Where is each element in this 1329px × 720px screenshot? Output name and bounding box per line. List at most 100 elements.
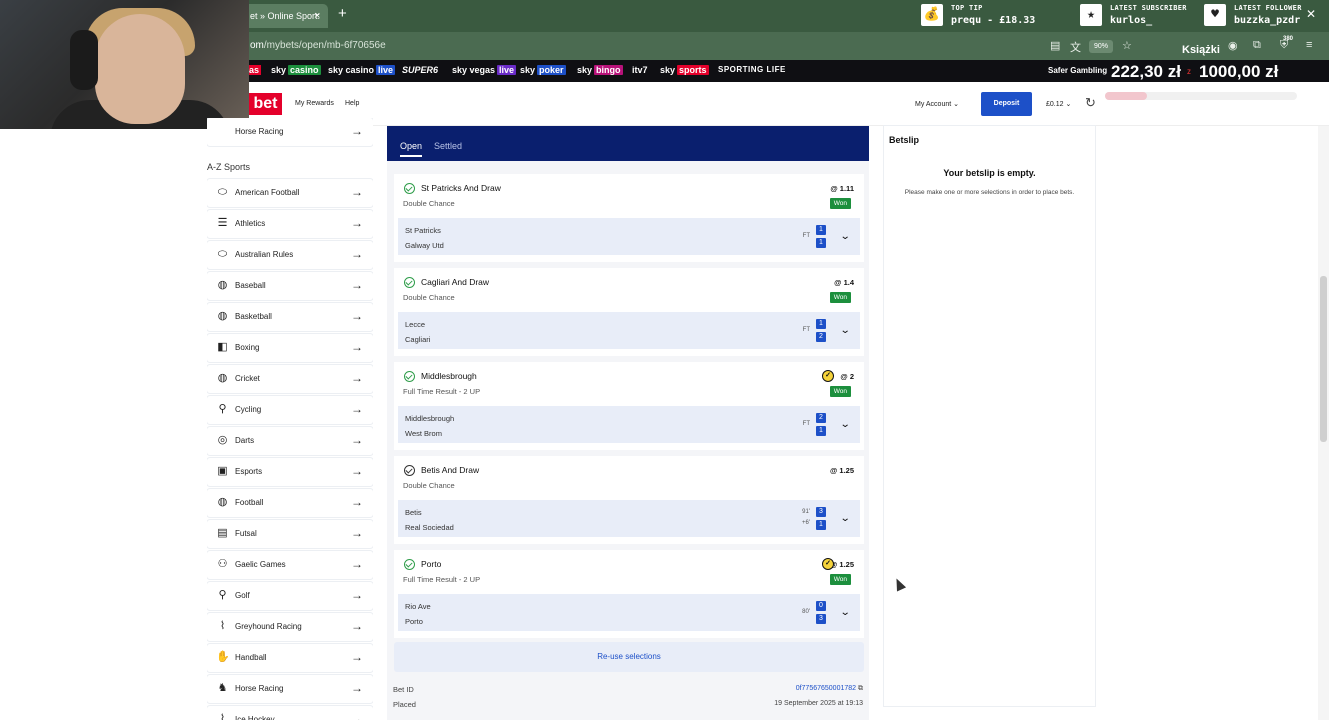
chevron-down-icon[interactable]: ⌄: [839, 325, 850, 336]
copy-icon[interactable]: ⧉: [858, 685, 863, 692]
sidebar-item[interactable]: ◍ Basketball →: [207, 303, 373, 331]
sidebar-item[interactable]: ◧ Boxing →: [207, 334, 373, 362]
brand-link[interactable]: SPORTING LIFE: [718, 65, 786, 74]
sidebar-item-label: Australian Rules: [235, 250, 294, 259]
arrow-right-icon: →: [351, 278, 363, 292]
sidebar-item-label: Cycling: [235, 405, 262, 414]
url-text[interactable]: om/mybets/open/mb-6f70656e: [250, 40, 386, 51]
tab-open[interactable]: Open: [400, 141, 423, 157]
arrow-right-icon: →: [351, 247, 363, 261]
sidebar-item[interactable]: ⚇ Gaelic Games →: [207, 551, 373, 579]
zoom-level[interactable]: 90%: [1089, 40, 1113, 53]
sidebar-item[interactable]: ◎ Darts →: [207, 427, 373, 455]
sidebar-item[interactable]: ⚲ Golf →: [207, 582, 373, 610]
sidebar-item[interactable]: ⬭ Australian Rules →: [207, 241, 373, 269]
won-badge: Won: [829, 292, 851, 303]
overlay-balance-target: 1000,00 zł: [1199, 62, 1279, 81]
money-bag-icon: 💰: [921, 4, 943, 26]
leg-odds: @ 1.4: [834, 278, 854, 287]
alert-title: LATEST FOLLOWER: [1234, 4, 1302, 12]
chevron-down-icon[interactable]: ⌄: [839, 419, 850, 430]
sidebar-item-horse-racing-top[interactable]: Horse Racing →: [207, 118, 373, 146]
leg-match-row[interactable]: Rio Ave Porto 80' 0 3 ⌄: [398, 594, 860, 631]
extension-badge: 380: [1283, 36, 1294, 42]
brand-link[interactable]: sky vegas live: [452, 65, 517, 75]
sidebar-item[interactable]: ▤ Futsal →: [207, 520, 373, 548]
brand-link[interactable]: SUPER6: [402, 65, 438, 75]
arrow-right-icon: →: [351, 588, 363, 602]
bookmark-star-icon[interactable]: ☆: [1122, 39, 1132, 52]
sidebar-item-label: Cricket: [235, 374, 260, 383]
betslip-empty-heading: Your betslip is empty.: [943, 168, 1036, 178]
brand-link[interactable]: sky poker: [520, 65, 566, 75]
leg-match-row[interactable]: Betis Real Sociedad 91' +6' 3 1 ⌄: [398, 500, 860, 537]
menu-icon[interactable]: ≡: [1306, 39, 1312, 51]
refresh-balance-icon[interactable]: ↻: [1085, 95, 1096, 111]
chevron-down-icon[interactable]: ⌄: [839, 231, 850, 242]
brand-link[interactable]: itv7: [632, 65, 648, 75]
leg-match-row[interactable]: Lecce Cagliari FT 1 2 ⌄: [398, 312, 860, 349]
sidebar-item[interactable]: ⬭ American Football →: [207, 179, 373, 207]
away-team: Real Sociedad: [405, 523, 454, 532]
reuse-selections-button[interactable]: Re-use selections: [394, 642, 864, 672]
ice-hockey-icon: ⌇: [219, 713, 226, 720]
sidebar-item[interactable]: ♞ Horse Racing →: [207, 675, 373, 703]
tab-settled[interactable]: Settled: [434, 141, 462, 151]
sidebar-item[interactable]: ◍ Baseball →: [207, 272, 373, 300]
chevron-down-icon[interactable]: ⌄: [839, 607, 850, 618]
brand-link[interactable]: sky bingo: [577, 65, 623, 75]
arrow-right-icon: →: [351, 340, 363, 354]
placed-value: 19 September 2025 at 19:13: [774, 700, 863, 707]
golf-icon: ⚲: [218, 589, 227, 601]
won-badge: Won: [829, 574, 851, 585]
arrow-right-icon: →: [351, 557, 363, 571]
brand-link[interactable]: sky casino: [271, 65, 321, 75]
my-rewards-link[interactable]: My Rewards: [295, 100, 334, 107]
sports-sidebar: Horse Racing → A-Z Sports ⬭ American Foot…: [207, 118, 373, 720]
leg-match-row[interactable]: St Patricks Galway Utd FT 1 1 ⌄: [398, 218, 860, 255]
balance-dropdown[interactable]: £0.12 ⌄: [1046, 100, 1071, 108]
leg-odds: @ 2: [840, 372, 854, 381]
my-account-dropdown[interactable]: My Account ⌄: [915, 100, 959, 108]
translate-icon[interactable]: 文: [1070, 39, 1081, 55]
deposit-button[interactable]: Deposit: [981, 92, 1032, 116]
away-score: 1: [816, 520, 826, 530]
sidebar-item[interactable]: ◍ Football →: [207, 489, 373, 517]
sidebar-item[interactable]: ⌇ Greyhound Racing →: [207, 613, 373, 641]
bet-id-label: Bet ID: [393, 685, 414, 694]
reader-icon[interactable]: ▤: [1050, 39, 1060, 52]
home-score: 0: [816, 601, 826, 611]
sidebar-item[interactable]: ▣ Esports →: [207, 458, 373, 486]
chevron-down-icon[interactable]: ⌄: [839, 513, 850, 524]
window-close-icon[interactable]: ✕: [1306, 7, 1316, 21]
leg-match-row[interactable]: Middlesbrough West Brom FT 2 1 ⌄: [398, 406, 860, 443]
bookmarks-label[interactable]: Książki: [1182, 44, 1220, 56]
page-scrollbar[interactable]: [1318, 126, 1329, 720]
arrow-right-icon: →: [351, 216, 363, 230]
sidebar-item[interactable]: ✋ Handball →: [207, 644, 373, 672]
skybet-logo[interactable]: bet: [249, 93, 282, 115]
brand-link[interactable]: sky sports: [660, 65, 709, 75]
sidebar-item-label: Horse Racing: [235, 684, 284, 693]
new-tab-button[interactable]: +: [338, 5, 347, 22]
sidebar-item[interactable]: ☰ Athletics →: [207, 210, 373, 238]
extensions-icon[interactable]: ⧉: [1253, 39, 1261, 52]
safer-gambling-link[interactable]: Safer Gambling: [1048, 66, 1107, 75]
bet-id-value[interactable]: 0f77567650001782 ⧉: [796, 685, 863, 693]
account-icon[interactable]: ◉: [1228, 39, 1238, 52]
sidebar-item[interactable]: ◍ Cricket →: [207, 365, 373, 393]
brand-link[interactable]: sky casino live: [328, 65, 396, 75]
sidebar-item-label: Esports: [235, 467, 263, 476]
alert-value: prequ - £18.33: [951, 15, 1036, 26]
australian-rules-icon: ⬭: [217, 248, 228, 260]
sidebar-item[interactable]: ⌇ Ice Hockey →: [207, 706, 373, 720]
sidebar-item-label: Handball: [235, 653, 267, 662]
bet-leg: St Patricks And Draw Double Chance @ 1.11 W…: [394, 174, 864, 262]
greyhound-icon: ⌇: [219, 620, 226, 632]
sidebar-item[interactable]: ⚲ Cycling →: [207, 396, 373, 424]
tab-close-icon[interactable]: ×: [314, 4, 320, 28]
help-link[interactable]: Help: [345, 100, 359, 107]
brand-link[interactable]: as: [247, 65, 262, 75]
bet-card: St Patricks And Draw Double Chance @ 1.11 W…: [387, 161, 869, 720]
scrollbar-thumb[interactable]: [1320, 276, 1327, 442]
